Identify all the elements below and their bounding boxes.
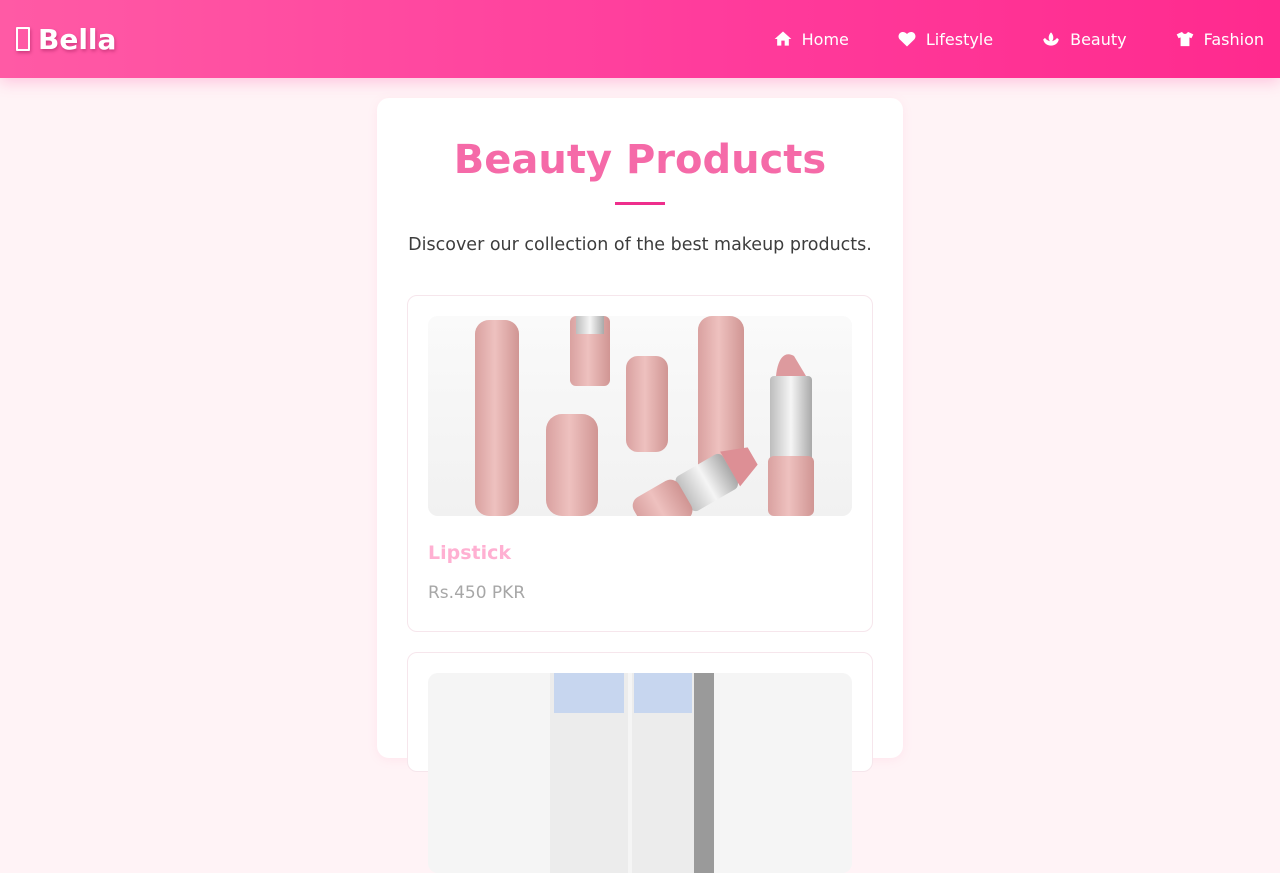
product-card-lipstick[interactable]: Lipstick Rs.450 PKR — [407, 295, 873, 632]
page-subtitle: Discover our collection of the best make… — [408, 235, 872, 255]
spa-icon — [1041, 29, 1061, 49]
nav-item-beauty[interactable]: Beauty — [1041, 29, 1127, 49]
title-divider — [615, 202, 665, 205]
nav-links: Home Lifestyle Beauty Fashion — [773, 0, 1264, 78]
products-panel: Beauty Products Discover our collection … — [377, 98, 903, 873]
brand-logo[interactable]: Bella — [16, 23, 116, 56]
top-navbar: Bella Home Lifestyle Beauty Fashion — [0, 0, 1280, 78]
box-glyph-icon — [16, 27, 30, 51]
product-price: Rs.450 PKR — [428, 583, 526, 603]
lipstick-product-photo[interactable] — [428, 316, 852, 516]
nav-item-label: Home — [801, 29, 849, 49]
tshirt-icon — [1175, 29, 1195, 49]
brand-name: Bella — [38, 22, 117, 56]
nav-item-label: Fashion — [1203, 29, 1264, 49]
primer-product-photo[interactable] — [428, 673, 852, 873]
product-name[interactable]: Lipstick — [428, 541, 852, 565]
nav-item-label: Lifestyle — [925, 29, 994, 49]
nav-item-label: Beauty — [1070, 29, 1127, 49]
page-title: Beauty Products — [453, 137, 827, 183]
heart-icon — [897, 29, 917, 49]
nav-item-home[interactable]: Home — [773, 29, 849, 49]
home-icon — [773, 29, 793, 49]
product-card-primer[interactable] — [407, 652, 873, 873]
nav-item-fashion[interactable]: Fashion — [1175, 29, 1264, 49]
nav-item-lifestyle[interactable]: Lifestyle — [897, 29, 993, 49]
